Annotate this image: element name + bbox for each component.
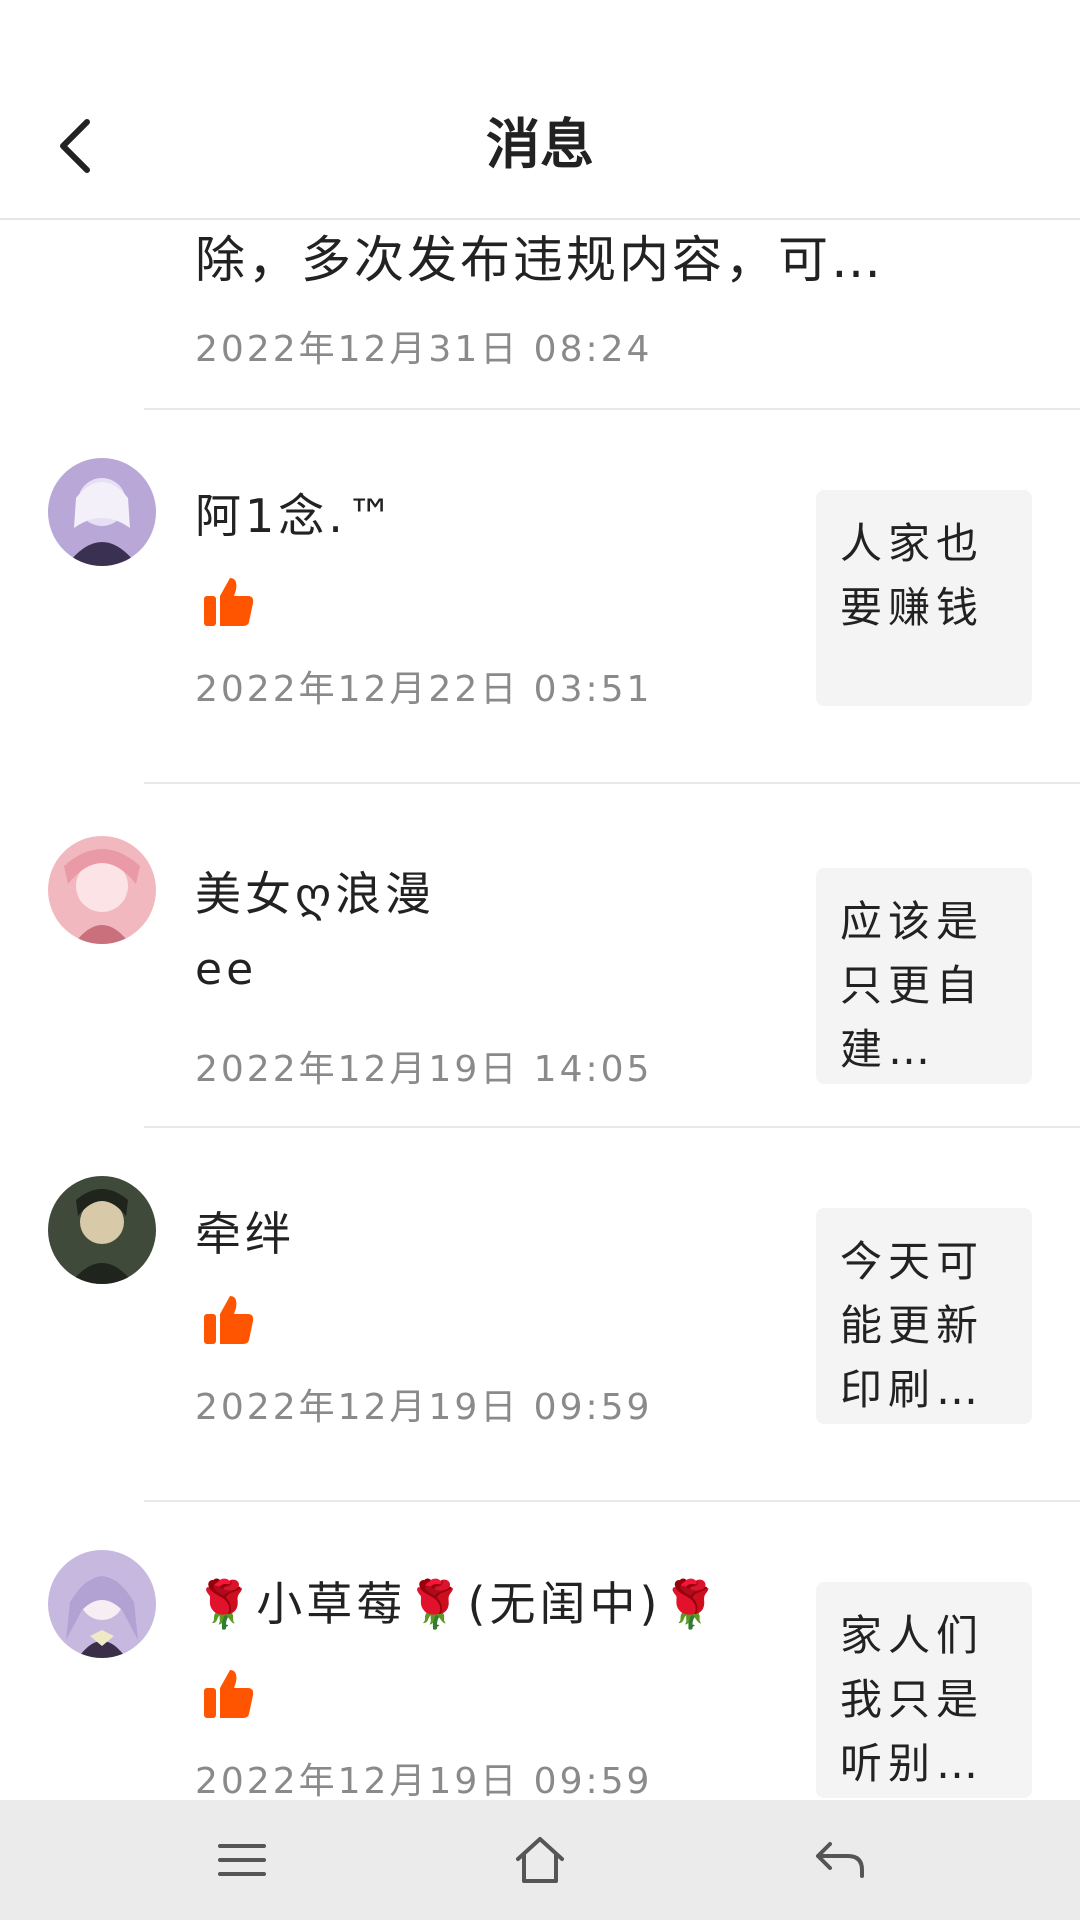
message-time: 2022年12月22日 03:51 — [195, 669, 653, 710]
return-icon — [816, 1842, 864, 1878]
header: 消息 — [0, 72, 1080, 220]
thumbs-up-icon — [200, 1666, 256, 1722]
message-item[interactable]: 牵绊 2022年12月19日 09:59 今天可能更新印刷… — [0, 1128, 1080, 1502]
sender-name: 🌹小草莓🌹(无闺中)🌹 — [195, 1577, 723, 1631]
thumbs-up-icon — [200, 1292, 256, 1348]
message-item[interactable]: 美女ღ浪漫 ee 2022年12月19日 14:05 应该是只更自建… — [0, 784, 1080, 1128]
quoted-post-preview[interactable]: 今天可能更新印刷… — [816, 1208, 1032, 1424]
message-content-fragment: 除，多次发布违规内容，可… — [195, 231, 884, 289]
sender-name: 阿1念.™ — [195, 489, 397, 543]
quoted-post-preview[interactable]: 人家也要赚钱 — [816, 490, 1032, 706]
thumbs-up-icon — [200, 574, 256, 630]
message-list[interactable]: 除，多次发布违规内容，可… 2022年12月31日 08:24 阿1念.™ 20… — [0, 220, 1080, 1800]
back-nav-button[interactable] — [805, 1830, 875, 1890]
system-navigation-bar — [0, 1800, 1080, 1920]
avatar[interactable] — [48, 1176, 156, 1284]
page-title: 消息 — [486, 113, 594, 176]
home-button[interactable] — [505, 1830, 575, 1890]
avatar[interactable] — [48, 458, 156, 566]
message-time: 2022年12月19日 09:59 — [195, 1761, 653, 1800]
avatar[interactable] — [48, 836, 156, 944]
avatar[interactable] — [48, 1550, 156, 1658]
quoted-post-preview[interactable]: 家人们我只是听别… — [816, 1582, 1032, 1798]
quoted-post-preview[interactable]: 应该是只更自建… — [816, 868, 1032, 1084]
menu-button[interactable] — [207, 1830, 277, 1890]
message-time: 2022年12月19日 09:59 — [195, 1387, 653, 1428]
message-time: 2022年12月19日 14:05 — [195, 1049, 653, 1090]
sender-name: 美女ღ浪漫 — [195, 867, 436, 921]
status-bar — [0, 0, 1080, 72]
message-item[interactable]: 阿1念.™ 2022年12月22日 03:51 人家也要赚钱 — [0, 410, 1080, 784]
message-item[interactable]: 🌹小草莓🌹(无闺中)🌹 2022年12月19日 09:59 家人们我只是听别… — [0, 1502, 1080, 1800]
home-icon — [516, 1837, 564, 1883]
sender-name: 牵绊 — [195, 1207, 295, 1261]
menu-icon — [218, 1844, 266, 1876]
message-content: ee — [195, 944, 258, 995]
message-time: 2022年12月31日 08:24 — [195, 329, 653, 370]
